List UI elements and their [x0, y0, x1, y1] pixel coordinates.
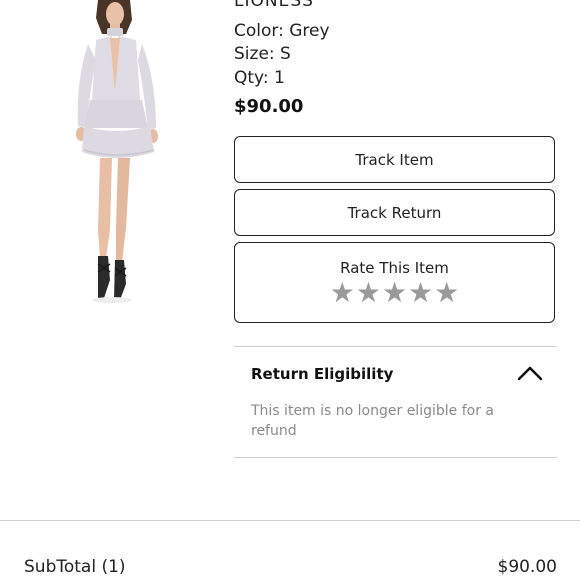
star-icon[interactable]: ★	[356, 278, 381, 307]
product-color: Color: Grey	[234, 21, 330, 41]
section-divider	[234, 457, 557, 458]
rating-stars: ★ ★ ★ ★ ★	[330, 278, 460, 307]
return-eligibility-title[interactable]: Return Eligibility	[251, 364, 393, 384]
track-return-button[interactable]: Track Return	[234, 189, 555, 236]
footer-divider	[0, 520, 580, 521]
return-eligibility-message: This item is no longer eligible for a re…	[251, 403, 494, 439]
star-icon[interactable]: ★	[382, 278, 407, 307]
chevron-up-icon[interactable]	[516, 363, 544, 383]
star-icon[interactable]: ★	[408, 278, 433, 307]
product-quantity: Qty: 1	[234, 68, 285, 88]
order-item-page: LIONESS Color: Grey Size: S Qty: 1 $90.0…	[0, 0, 580, 580]
rate-item-button[interactable]: Rate This Item ★ ★ ★ ★ ★	[234, 242, 555, 323]
rate-item-label: Rate This Item	[340, 258, 449, 277]
track-item-button[interactable]: Track Item	[234, 136, 555, 183]
product-brand: LIONESS	[234, 0, 314, 11]
star-icon[interactable]: ★	[434, 278, 459, 307]
product-image	[60, 0, 172, 305]
section-divider	[234, 346, 557, 347]
product-price: $90.00	[234, 96, 304, 117]
product-size: Size: S	[234, 44, 291, 64]
subtotal-value: $90.00	[497, 557, 557, 577]
star-icon[interactable]: ★	[330, 278, 355, 307]
subtotal-label: SubTotal (1)	[24, 557, 126, 577]
